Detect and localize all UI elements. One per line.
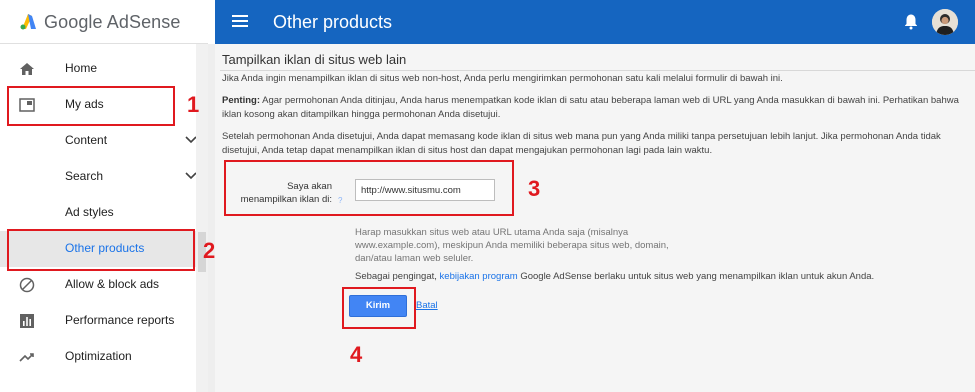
- avatar[interactable]: [932, 9, 958, 35]
- home-icon: [20, 63, 34, 75]
- logo-bar: Google AdSense: [0, 0, 208, 44]
- annotation-box-1: [7, 86, 175, 126]
- annotation-number-3: 3: [528, 176, 541, 201]
- annotation-number-2: 2: [203, 238, 216, 263]
- panel-divider: [208, 44, 215, 392]
- heading-divider: [220, 70, 975, 71]
- sidebar-item-label: Search: [65, 169, 104, 183]
- block-icon: [19, 277, 35, 293]
- sidebar-item-label: Allow & block ads: [65, 277, 160, 291]
- sidebar-item-label: Ad styles: [65, 205, 114, 219]
- sidebar-item-optimization[interactable]: Optimization: [0, 339, 208, 375]
- trending-up-icon: [19, 353, 34, 362]
- notifications-bell-icon[interactable]: [903, 13, 919, 30]
- program-policy-link[interactable]: kebijakan program: [440, 271, 518, 282]
- sidebar-item-label: Performance reports: [65, 313, 175, 327]
- sidebar-item-allow-block-ads[interactable]: Allow & block ads: [0, 267, 208, 303]
- menu-icon[interactable]: [232, 15, 248, 29]
- annotation-box-2: [7, 229, 195, 271]
- intro-text: Jika Anda ingin menampilkan iklan di sit…: [222, 73, 783, 84]
- annotation-box-4: [342, 287, 416, 329]
- user-avatar-icon: [932, 9, 958, 35]
- policy-reminder: Sebagai pengingat, kebijakan program Goo…: [355, 270, 955, 283]
- sidebar-item-content[interactable]: Content: [0, 123, 208, 159]
- annotation-box-3: [224, 160, 514, 216]
- top-app-bar: Other products: [215, 0, 975, 44]
- reminder-suffix: Google AdSense berlaku untuk situs web y…: [517, 271, 875, 282]
- main-content: Tampilkan iklan di situs web lain Jika A…: [215, 44, 975, 392]
- sidebar-item-search[interactable]: Search: [0, 159, 208, 195]
- sidebar: Google AdSense Home My ads Content Searc…: [0, 0, 208, 392]
- sidebar-item-home[interactable]: Home: [0, 51, 208, 87]
- important-text: Agar permohonan Anda ditinjau, Anda haru…: [222, 95, 959, 120]
- sidebar-item-ad-styles[interactable]: Ad styles: [0, 195, 208, 231]
- bar-chart-icon: [20, 314, 34, 328]
- important-label: Penting:: [222, 95, 260, 106]
- logo-text: Google AdSense: [44, 12, 181, 32]
- sidebar-item-label: Home: [65, 61, 98, 75]
- approval-note: Setelah permohonan Anda disetujui, Anda …: [222, 131, 941, 156]
- sidebar-item-label: Optimization: [65, 349, 132, 363]
- section-heading: Tampilkan iklan di situs web lain: [222, 52, 407, 67]
- sidebar-item-performance-reports[interactable]: Performance reports: [0, 303, 208, 339]
- url-hint: Harap masukkan situs web atau URL utama …: [355, 227, 669, 264]
- cancel-link[interactable]: Batal: [416, 300, 438, 311]
- important-note: Penting: Agar permohonan Anda ditinjau, …: [222, 94, 962, 122]
- annotation-number-1: 1: [187, 92, 200, 117]
- reminder-prefix: Sebagai pengingat,: [355, 271, 440, 282]
- adsense-logo-icon: [20, 14, 36, 30]
- annotation-number-4: 4: [350, 342, 363, 367]
- page-title: Other products: [273, 12, 393, 32]
- sidebar-item-label: Content: [65, 133, 108, 147]
